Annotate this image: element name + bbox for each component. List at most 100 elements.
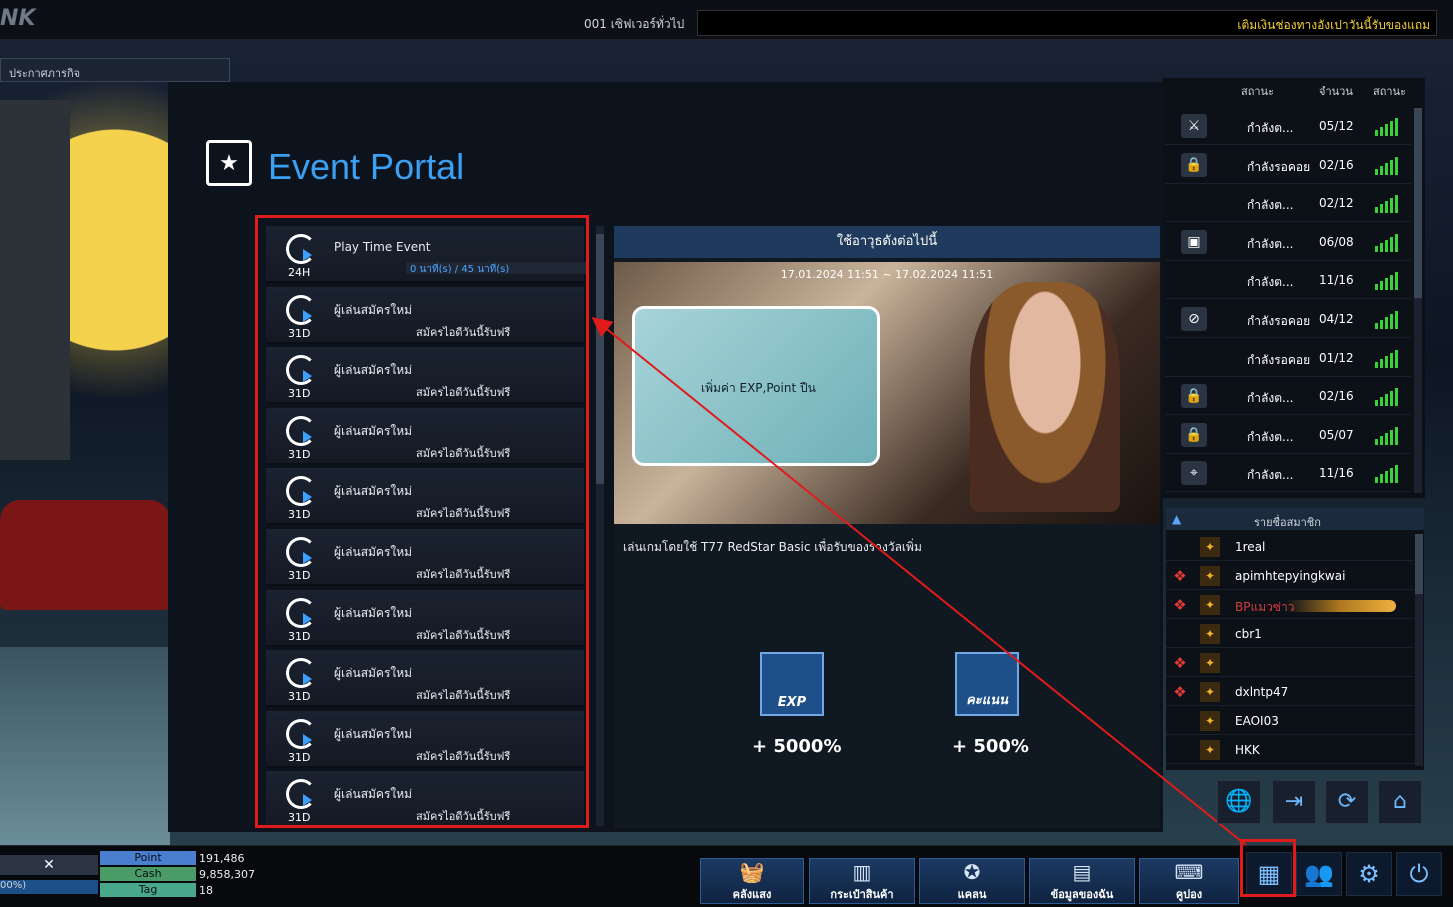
room-row[interactable]: กำลังต... 02/12 [1165, 185, 1411, 223]
announcement-marquee: เติมเงินช่องทางอังเปาวันนี้รับของแถม [697, 10, 1437, 36]
rank-icon: ✦ [1200, 624, 1220, 644]
power-button[interactable]: ⏻ [1396, 852, 1442, 896]
tag-label: Tag [100, 883, 196, 897]
rank-icon: ✦ [1200, 740, 1220, 760]
room-state: กำลังต... [1247, 236, 1294, 251]
member-row[interactable]: ❖ ✦ dxlntp47 [1166, 677, 1414, 706]
room-row[interactable]: ⊘ กำลังรอคอย 04/12 [1165, 301, 1411, 338]
room-row[interactable]: 🔒 กำลังต... 05/07 [1165, 417, 1411, 454]
room-player-count: 02/12 [1319, 196, 1354, 211]
room-player-count: 04/12 [1319, 312, 1354, 326]
room-player-count: 11/16 [1319, 273, 1354, 288]
armory-button[interactable]: 🧺 คลังแสง [700, 858, 804, 904]
enter-room-button[interactable]: ⇥ [1272, 780, 1316, 824]
armory-label: คลังแสง [732, 888, 772, 901]
room-state: กำลังต... [1247, 468, 1294, 483]
settings-button[interactable]: ⚙ [1346, 852, 1392, 896]
highlight-box-event-button [1240, 839, 1296, 897]
lock-icon: 🔒 [1181, 422, 1207, 447]
member-row[interactable]: ❖ ✦ [1166, 648, 1414, 677]
member-row[interactable]: ✦ EAOI03 [1166, 706, 1414, 735]
member-name: EAOI03 [1235, 714, 1279, 728]
clan-mark-icon: ❖ [1173, 596, 1187, 614]
notice-tab-label: ประกาศภารกิจ [9, 67, 81, 80]
power-icon: ⏻ [1409, 860, 1429, 888]
my-info-label: ข้อมูลของฉัน [1050, 888, 1114, 901]
basket-icon: 🧺 [739, 860, 765, 884]
member-row[interactable]: ✦ 1real [1166, 532, 1414, 561]
member-row[interactable]: ❖ ✦ BPแมวซ่าว [1166, 590, 1414, 619]
room-row[interactable]: กำลังต... 11/16 [1165, 262, 1411, 300]
calendar-star-icon: ★ [206, 140, 252, 186]
member-row[interactable]: ✦ HKK [1166, 735, 1414, 764]
scrollbar-thumb[interactable] [596, 234, 604, 484]
signal-strength-icon [1375, 116, 1403, 136]
signal-strength-icon [1375, 309, 1403, 329]
room-row[interactable]: ⌖ กำลังต... 11/16 [1165, 455, 1411, 493]
room-state: กำลังต... [1247, 391, 1294, 406]
member-row[interactable]: ✦ cbr1 [1166, 619, 1414, 648]
home-button[interactable]: ⌂ [1378, 780, 1422, 824]
room-state: กำลังรอคอย [1247, 314, 1311, 328]
room-row[interactable]: ⚔ กำลังต... 05/12 [1165, 108, 1411, 145]
character-art [970, 282, 1120, 512]
room-row[interactable]: กำลังรอคอย 01/12 [1165, 340, 1411, 377]
event-banner: เพิ่มค่า EXP,Point ปืน [614, 262, 1160, 524]
box-icon: ▣ [1181, 229, 1207, 254]
cash-label: Cash [100, 867, 196, 881]
target-icon: ⌖ [1181, 461, 1207, 486]
room-player-count: 05/12 [1319, 119, 1354, 133]
member-name: 1real [1235, 540, 1266, 554]
game-logo: NK [0, 6, 36, 31]
my-info-button[interactable]: ▤ ข้อมูลของฉัน [1029, 858, 1135, 904]
exp-bar-text: 00%) [0, 880, 27, 891]
knife-icon: ⚔ [1181, 114, 1207, 138]
clan-label: แคลน [957, 888, 987, 901]
coupon-button[interactable]: ⌨ คูปอง [1139, 858, 1239, 904]
rank-icon: ✦ [1200, 595, 1220, 615]
member-list-scrollbar[interactable] [1415, 534, 1423, 766]
room-row[interactable]: 🔒 กำลังต... 02/16 [1165, 378, 1411, 416]
member-row[interactable]: ❖ ✦ apimhtepyingkwai [1166, 561, 1414, 590]
globe-button[interactable]: 🌐 [1217, 780, 1261, 824]
rank-icon: ✦ [1200, 653, 1220, 673]
room-row[interactable]: 🔒 กำลังรอคอย 02/16 [1165, 147, 1411, 184]
exp-reward-value: + 5000% [752, 736, 842, 757]
room-player-count: 05/07 [1319, 427, 1354, 442]
room-state: กำลังต... [1247, 198, 1294, 213]
signal-strength-icon [1375, 270, 1403, 291]
member-list-header[interactable]: ▲ รายชื่อสมาชิก [1166, 508, 1424, 530]
snow-scenery [0, 647, 170, 847]
coupon-label: คูปอง [1175, 888, 1203, 901]
refresh-button[interactable]: ⟳ [1325, 780, 1369, 824]
room-list-scrollbar[interactable] [1414, 108, 1422, 493]
notice-tab[interactable]: ประกาศภารกิจ [0, 58, 230, 82]
rank-icon: ✦ [1200, 537, 1220, 557]
lock-icon: 🔒 [1181, 384, 1207, 409]
rank-icon: ✦ [1200, 682, 1220, 702]
car-scenery [0, 500, 170, 610]
room-state: กำลังรอคอย [1247, 352, 1311, 367]
clan-mark-icon: ❖ [1173, 567, 1187, 585]
inventory-button[interactable]: ▥ กระเป๋าสินค้า [809, 858, 915, 904]
room-row[interactable]: ▣ กำลังต... 06/08 [1165, 224, 1411, 261]
enter-icon: ⇥ [1284, 789, 1304, 814]
signal-strength-icon [1375, 386, 1403, 407]
clan-button[interactable]: ✪ แคลน [919, 858, 1025, 904]
highlight-box-event-list [255, 215, 589, 828]
coupon-icon: ⌨ [1174, 860, 1204, 884]
room-state: กำลังรอคอย [1247, 159, 1311, 174]
room-header-status2: สถานะ [1373, 85, 1406, 98]
bubble-text: เพิ่มค่า EXP,Point ปืน [701, 381, 816, 395]
event-list-scrollbar[interactable] [596, 226, 604, 826]
room-player-count: 02/16 [1319, 389, 1354, 404]
collapse-caret-icon[interactable]: ▲ [1172, 512, 1181, 526]
cash-value: 9,858,307 [199, 868, 255, 881]
friends-button[interactable]: 👥 [1296, 852, 1342, 896]
detail-header: ใช้อาวุธดังต่อไปนี้ [614, 226, 1160, 258]
scrollbar-thumb[interactable] [1415, 534, 1423, 594]
lock-icon: 🔒 [1181, 152, 1207, 177]
clan-mark-icon: ❖ [1173, 654, 1187, 672]
exp-reward-label: EXP [777, 695, 807, 710]
scrollbar-thumb[interactable] [1414, 108, 1422, 298]
